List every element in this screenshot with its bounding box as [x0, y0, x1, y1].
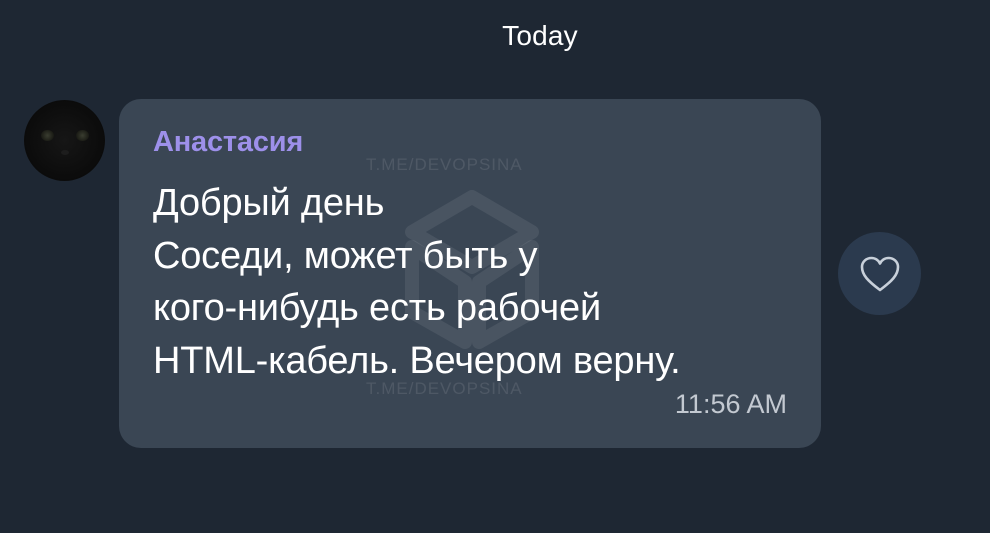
sender-avatar[interactable] [24, 100, 105, 181]
date-separator: Today [502, 20, 578, 51]
cat-eye-left [41, 130, 54, 141]
message-line: HTML-кабель. Вечером верну. [153, 339, 681, 382]
sender-name[interactable]: Анастасия [153, 126, 303, 159]
message-line: кого-нибудь есть рабочей [153, 287, 601, 329]
heart-icon [860, 256, 899, 291]
chat-screen: Today T.ME/DEVOPSINA T.ME/DEVOPSINA Анас… [0, 0, 990, 533]
cat-nose [61, 150, 69, 155]
reaction-button[interactable] [838, 232, 921, 315]
message-line: Соседи, может быть у [153, 234, 538, 277]
message-bubble[interactable]: T.ME/DEVOPSINA T.ME/DEVOPSINA Анастасия … [119, 99, 821, 448]
message-line: Добрый день [153, 182, 385, 224]
message-text: Добрый день Соседи, может быть у кого-ни… [153, 177, 681, 387]
watermark-top: T.ME/DEVOPSINA [366, 155, 523, 174]
cat-eye-right [76, 130, 89, 141]
message-time: 11:56 AM [674, 389, 787, 419]
